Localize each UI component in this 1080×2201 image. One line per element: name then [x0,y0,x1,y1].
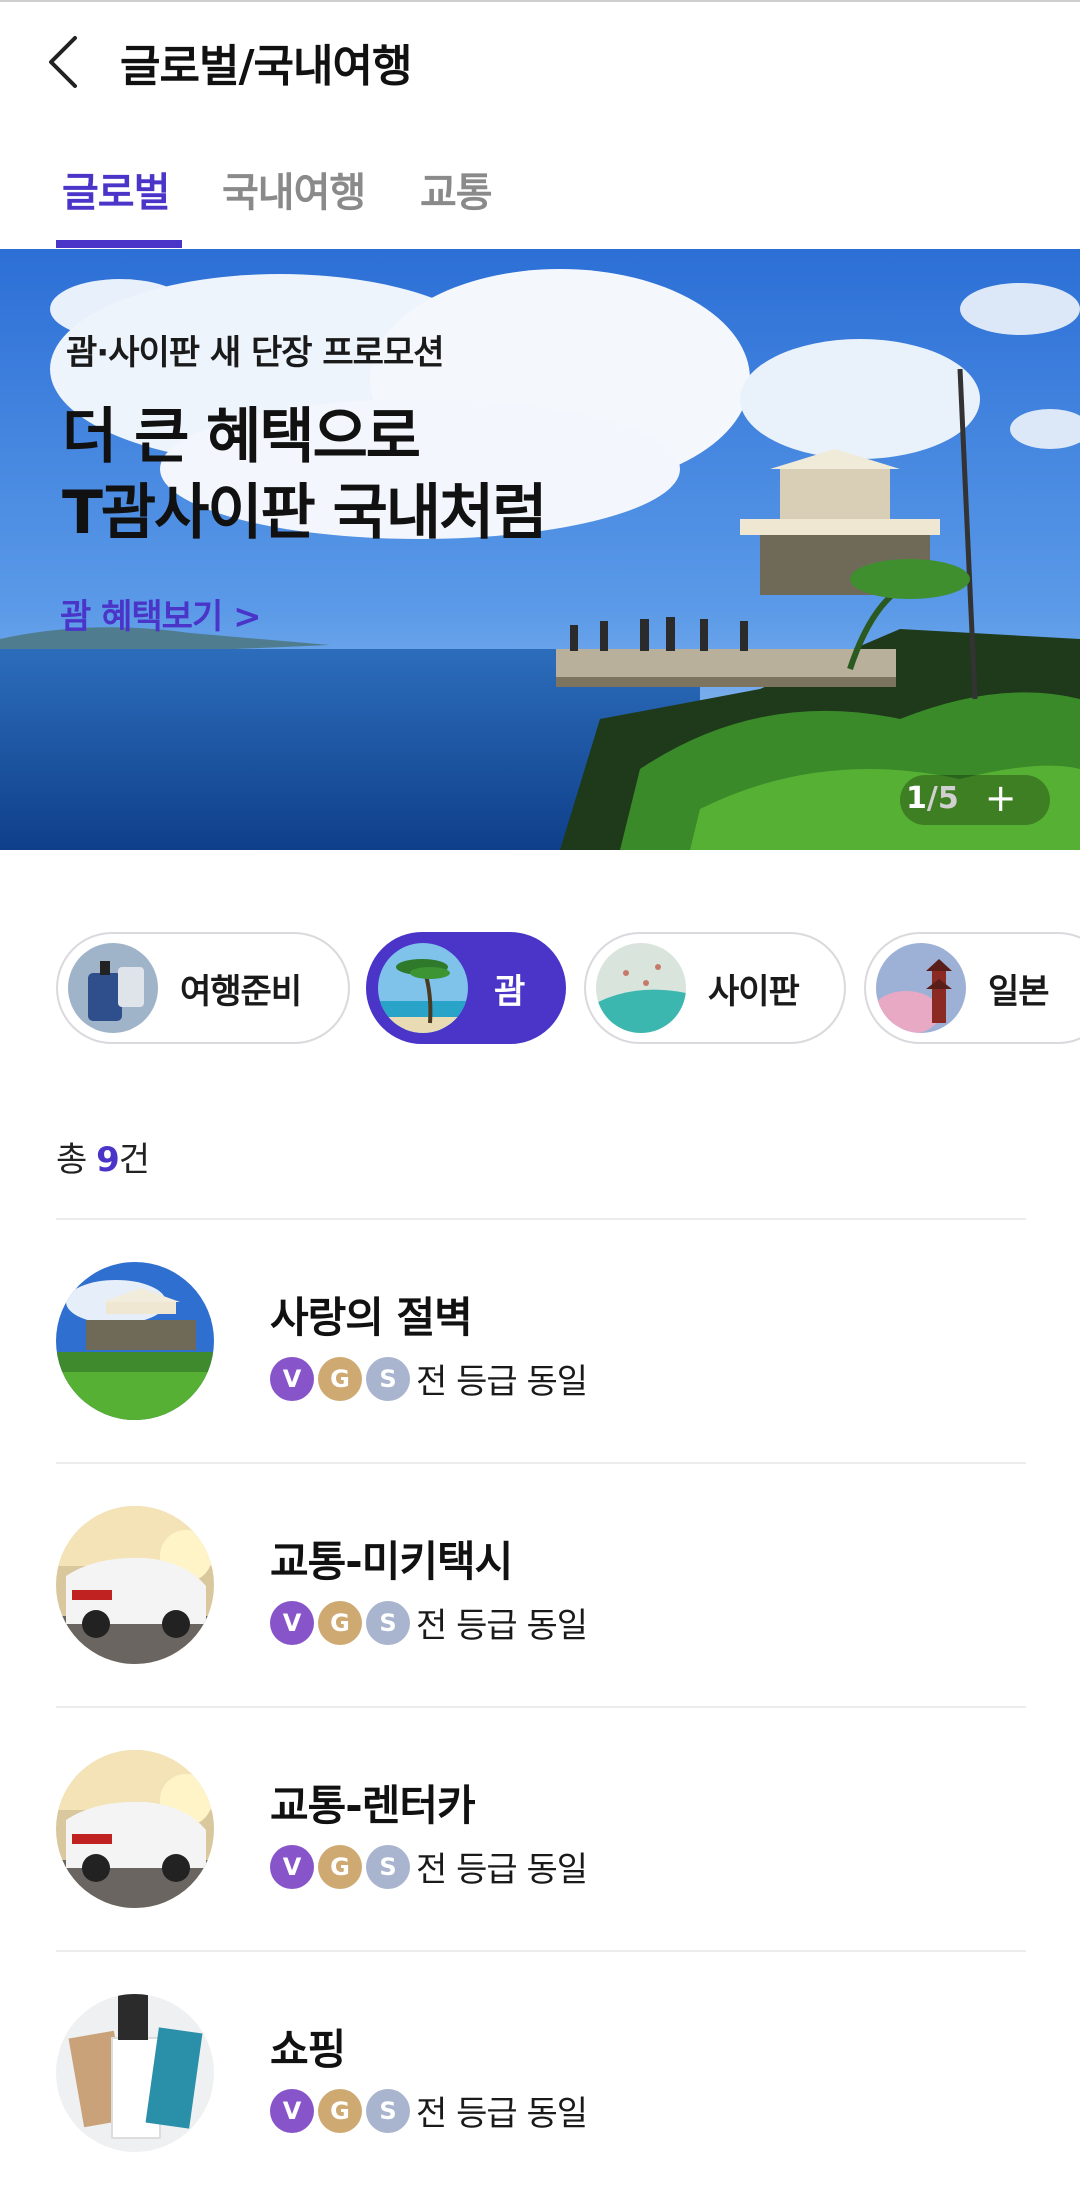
chip-label: 괌 [494,971,525,1012]
pager-current: 1 [906,780,927,816]
banner-title-line1: 더 큰 혜택으로 [62,402,421,472]
list-item[interactable]: 쇼핑 V G S 전 등급 동일 [56,1950,1026,2194]
count-prefix: 총 [56,1140,97,1180]
category-chips: 여행준비 괌 사이판 일본 [0,932,1080,1048]
count-number: 9 [96,1140,120,1180]
grade-g-badge: G [318,1356,362,1401]
chip-japan[interactable]: 일본 [864,932,1080,1044]
banner-link[interactable]: 괌 혜택보기 > [60,589,262,638]
chip-saipan[interactable]: 사이판 [584,932,846,1044]
chip-thumb-palm [378,943,468,1033]
page-title: 글로벌/국내여행 [120,41,412,92]
grade-v-badge: V [270,1356,314,1401]
active-tab-indicator [56,240,182,248]
grade-badges: V G S 전 등급 동일 [270,1842,588,1891]
grade-v-badge: V [270,1600,314,1645]
benefit-list: 사랑의 절벽 V G S 전 등급 동일 교통-미키택시 V G S 전 등급 … [56,1218,1026,2194]
list-item[interactable]: 교통-미키택시 V G S 전 등급 동일 [56,1462,1026,1706]
grade-g-badge: G [318,1600,362,1645]
chip-label: 여행준비 [180,971,302,1012]
grade-s-badge: S [366,1600,410,1645]
chip-guam[interactable]: 괌 [366,932,566,1044]
grade-text: 전 등급 동일 [416,1850,588,1890]
banner-title: 더 큰 혜택으로 T괌사이판 국내처럼 [62,399,547,551]
grade-badges: V G S 전 등급 동일 [270,2086,588,2135]
grade-v-badge: V [270,1844,314,1889]
item-title: 교통-미키택시 [270,1537,513,1586]
list-item[interactable]: 교통-렌터카 V G S 전 등급 동일 [56,1706,1026,1950]
banner-title-line2: T괌사이판 국내처럼 [62,478,547,548]
item-thumbnail [56,1994,214,2152]
item-thumbnail [56,1262,214,1420]
grade-v-badge: V [270,2088,314,2133]
banner-pager[interactable]: 1 /5 + [906,773,1017,823]
chip-travel-prep[interactable]: 여행준비 [56,932,350,1044]
tab-global[interactable]: 글로벌 [62,160,170,218]
tab-domestic-travel[interactable]: 국내여행 [222,160,366,218]
grade-text: 전 등급 동일 [416,1606,588,1646]
chip-thumb-luggage [68,943,158,1033]
tab-bar: 글로벌 국내여행 교통 [0,140,1080,250]
header: 글로벌/국내여행 [0,0,1080,124]
item-title: 사랑의 절벽 [270,1293,473,1342]
pager-total: /5 [926,780,959,816]
grade-s-badge: S [366,2088,410,2133]
chip-thumb-pagoda [876,943,966,1033]
item-thumbnail [56,1750,214,1908]
result-count: 총 9건 [56,1132,150,1181]
grade-g-badge: G [318,2088,362,2133]
item-thumbnail [56,1506,214,1664]
grade-text: 전 등급 동일 [416,2094,588,2134]
grade-text: 전 등급 동일 [416,1362,588,1402]
item-title: 교통-렌터카 [270,1781,476,1830]
grade-s-badge: S [366,1844,410,1889]
count-suffix: 건 [118,1140,150,1180]
chip-label: 일본 [988,971,1050,1012]
grade-badges: V G S 전 등급 동일 [270,1354,588,1403]
plus-icon[interactable]: + [985,776,1017,820]
promo-banner[interactable]: 괌·사이판 새 단장 프로모션 더 큰 혜택으로 T괌사이판 국내처럼 괌 혜택… [0,249,1080,850]
chevron-left-icon [49,36,77,88]
grade-badges: V G S 전 등급 동일 [270,1598,588,1647]
tab-transport[interactable]: 교통 [420,160,493,218]
banner-subtitle: 괌·사이판 새 단장 프로모션 [66,333,445,373]
list-item[interactable]: 사랑의 절벽 V G S 전 등급 동일 [56,1218,1026,1462]
grade-s-badge: S [366,1356,410,1401]
back-button[interactable] [30,24,96,100]
chip-thumb-beach [596,943,686,1033]
grade-g-badge: G [318,1844,362,1889]
item-title: 쇼핑 [270,2025,346,2074]
chip-label: 사이판 [708,971,800,1012]
